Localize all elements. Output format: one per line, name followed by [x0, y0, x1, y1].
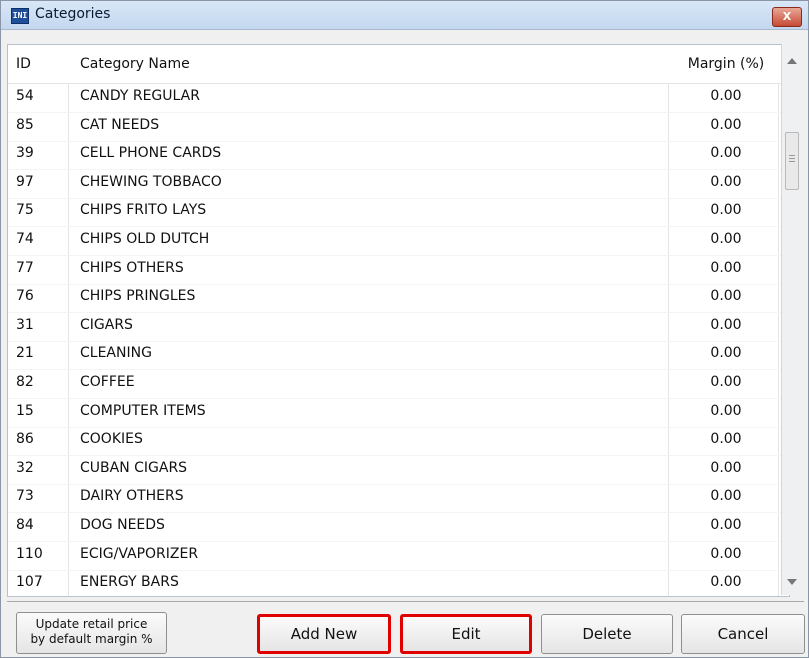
row-category-name: COFFEE — [80, 374, 135, 390]
row-margin: 0.00 — [710, 545, 742, 562]
row-id: 73 — [16, 488, 34, 505]
bottom-divider — [7, 601, 804, 602]
row-margin: 0.00 — [710, 288, 742, 305]
row-id: 97 — [16, 173, 34, 190]
table-row[interactable]: 21 CLEANING 0.00 — [8, 341, 789, 371]
row-category-name: CHIPS FRITO LAYS — [80, 202, 207, 219]
window-title: Categories — [35, 6, 111, 22]
table-row[interactable]: 15 COMPUTER ITEMS 0.00 — [8, 399, 789, 428]
table-row[interactable]: 39 CELL PHONE CARDS 0.00 — [8, 141, 789, 171]
row-margin: 0.00 — [710, 345, 742, 362]
row-category-name: CANDY REGULAR — [80, 88, 200, 104]
edit-button[interactable]: Edit — [400, 614, 532, 654]
row-category-name: CHIPS OLD DUTCH — [80, 231, 210, 247]
row-id: 21 — [16, 345, 34, 362]
table-row[interactable]: 76 CHIPS PRINGLES 0.00 — [8, 284, 789, 314]
row-margin: 0.00 — [710, 145, 742, 162]
row-category-name: CLEANING — [80, 345, 152, 362]
table-row[interactable]: 74 CHIPS OLD DUTCH 0.00 — [8, 227, 789, 256]
row-id: 76 — [16, 288, 34, 305]
grip-line — [789, 158, 795, 159]
vertical-scrollbar[interactable] — [781, 44, 802, 595]
table-row[interactable]: 77 CHIPS OTHERS 0.00 — [8, 256, 789, 285]
row-margin: 0.00 — [710, 517, 742, 533]
header-category-name[interactable]: Category Name — [80, 56, 190, 72]
table-row[interactable]: 107 ENERGY BARS 0.00 — [8, 570, 789, 596]
row-margin: 0.00 — [710, 374, 742, 390]
table-row[interactable]: 31 CIGARS 0.00 — [8, 313, 789, 342]
row-margin: 0.00 — [710, 574, 742, 591]
table-row[interactable]: 86 COOKIES 0.00 — [8, 427, 789, 457]
row-category-name: CIGARS — [80, 316, 133, 333]
header-id[interactable]: ID — [16, 56, 31, 72]
row-margin: 0.00 — [710, 459, 742, 476]
grip-line — [789, 161, 795, 162]
table-row[interactable]: 32 CUBAN CIGARS 0.00 — [8, 456, 789, 485]
row-id: 31 — [16, 316, 34, 333]
table-header: ID Category Name Margin (%) — [8, 45, 789, 84]
row-margin: 0.00 — [710, 259, 742, 276]
row-margin: 0.00 — [710, 402, 742, 419]
row-category-name: COOKIES — [80, 431, 143, 448]
row-category-name: CAT NEEDS — [80, 116, 160, 133]
row-id: 74 — [16, 231, 34, 247]
close-icon[interactable]: X — [772, 7, 802, 27]
row-margin: 0.00 — [710, 231, 742, 247]
table-row[interactable]: 97 CHEWING TOBBACO 0.00 — [8, 170, 789, 199]
row-category-name: CELL PHONE CARDS — [80, 145, 222, 162]
row-category-name: DOG NEEDS — [80, 517, 165, 533]
row-category-name: ENERGY BARS — [80, 574, 179, 591]
categories-table: ID Category Name Margin (%) 54 CANDY REGU… — [7, 44, 790, 597]
row-id: 84 — [16, 517, 34, 533]
table-row[interactable]: 75 CHIPS FRITO LAYS 0.00 — [8, 198, 789, 228]
grip-line — [789, 155, 795, 156]
title-bar[interactable]: INI Categories X — [1, 1, 808, 30]
table-row[interactable]: 82 COFFEE 0.00 — [8, 370, 789, 399]
scroll-thumb[interactable] — [785, 132, 799, 190]
row-margin: 0.00 — [710, 116, 742, 133]
row-id: 77 — [16, 259, 34, 276]
add-new-button[interactable]: Add New — [257, 614, 391, 654]
row-id: 110 — [16, 545, 43, 562]
row-id: 15 — [16, 402, 34, 419]
row-margin: 0.00 — [710, 431, 742, 448]
table-row[interactable]: 73 DAIRY OTHERS 0.00 — [8, 484, 789, 514]
row-margin: 0.00 — [710, 173, 742, 190]
row-category-name: CHEWING TOBBACO — [80, 173, 222, 190]
row-category-name: CHIPS OTHERS — [80, 259, 184, 276]
row-category-name: DAIRY OTHERS — [80, 488, 184, 505]
table-row[interactable]: 85 CAT NEEDS 0.00 — [8, 113, 789, 142]
row-margin: 0.00 — [710, 316, 742, 333]
categories-window: INI Categories X ID Category Name Margin… — [0, 0, 809, 658]
app-logo-icon: INI — [11, 8, 29, 24]
table-row[interactable]: 54 CANDY REGULAR 0.00 — [8, 84, 789, 113]
row-category-name: ECIG/VAPORIZER — [80, 545, 199, 562]
update-retail-price-button[interactable]: Update retail price by default margin % — [16, 612, 167, 654]
row-id: 107 — [16, 574, 43, 591]
update-button-line-1: Update retail price — [35, 617, 148, 631]
row-id: 75 — [16, 202, 34, 219]
row-id: 85 — [16, 116, 34, 133]
scroll-up-icon[interactable] — [787, 58, 797, 64]
row-id: 39 — [16, 145, 34, 162]
row-margin: 0.00 — [710, 202, 742, 219]
row-category-name: CUBAN CIGARS — [80, 459, 188, 476]
row-id: 54 — [16, 88, 34, 104]
row-id: 82 — [16, 374, 34, 390]
update-button-line-2: by default margin % — [30, 632, 153, 646]
table-row[interactable]: 110 ECIG/VAPORIZER 0.00 — [8, 542, 789, 571]
row-category-name: CHIPS PRINGLES — [80, 288, 196, 305]
cancel-button[interactable]: Cancel — [681, 614, 805, 654]
row-id: 86 — [16, 431, 34, 448]
row-id: 32 — [16, 459, 34, 476]
scroll-down-icon[interactable] — [787, 579, 797, 585]
table-row[interactable]: 84 DOG NEEDS 0.00 — [8, 513, 789, 542]
row-margin: 0.00 — [710, 488, 742, 505]
header-margin[interactable]: Margin (%) — [676, 56, 776, 72]
delete-button[interactable]: Delete — [541, 614, 673, 654]
row-category-name: COMPUTER ITEMS — [80, 402, 206, 419]
row-margin: 0.00 — [710, 88, 742, 104]
